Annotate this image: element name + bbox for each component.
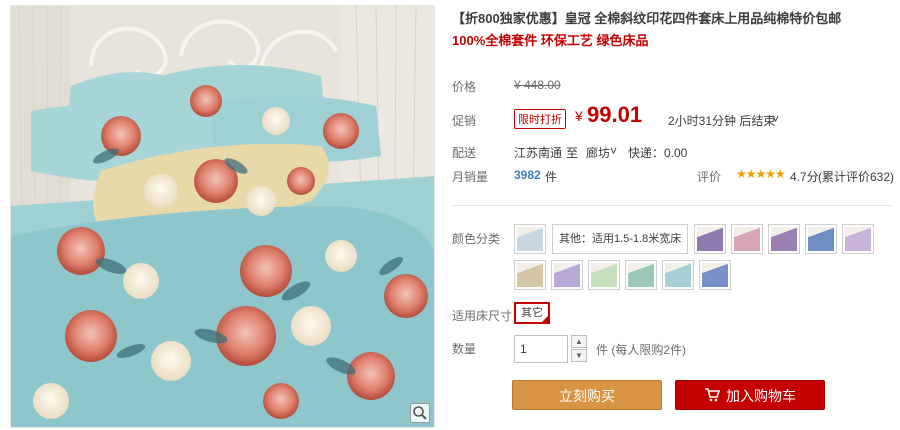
countdown-text: 2小时31分钟 后结束 (668, 114, 776, 128)
original-price: ¥ 448.00 (514, 78, 561, 92)
color-swatch[interactable] (694, 224, 726, 254)
color-swatch[interactable] (842, 224, 874, 254)
swatch-thumbnail (665, 263, 691, 287)
monthly-sales-label: 月销量 (452, 170, 489, 184)
promo-label: 促销 (452, 114, 477, 128)
color-swatch[interactable] (699, 260, 731, 290)
add-to-cart-label: 加入购物车 (726, 388, 796, 404)
swatch-thumbnail (517, 263, 543, 287)
ship-to-word: 至 (566, 146, 579, 160)
product-title: 【折800独家优惠】皇冠 全棉斜纹印花四件套床上用品纯棉特价包邮 (452, 11, 842, 26)
selected-check-icon (540, 314, 550, 324)
bed-size-label: 适用床尺寸 (452, 309, 513, 323)
quantity-input[interactable]: 1 (514, 335, 568, 363)
buy-now-button[interactable]: 立刻购买 (512, 380, 662, 410)
color-swatch[interactable] (731, 224, 763, 254)
review-count-link[interactable]: (累计评价632) (818, 168, 894, 185)
buy-now-label: 立刻购买 (559, 388, 615, 404)
color-label: 颜色分类 (452, 232, 501, 246)
promo-badge-wrap: 限时打折 (514, 109, 566, 129)
swatch-thumbnail (845, 227, 871, 251)
promo-price: 99.01 (587, 102, 643, 127)
zoom-icon[interactable] (410, 403, 430, 423)
size-option-other[interactable]: 其它 (514, 302, 550, 324)
color-swatch[interactable] (588, 260, 620, 290)
ship-from: 江苏南通 (514, 146, 563, 160)
chevron-down-icon[interactable]: ˅ (610, 144, 617, 158)
swatch-thumbnail (591, 263, 617, 287)
quantity-limit-note: 件 (每人限购2件) (596, 343, 687, 357)
rating-score: 4.7分 (790, 170, 819, 184)
divider (452, 205, 892, 206)
swatch-thumbnail (697, 227, 723, 251)
color-swatch[interactable] (805, 224, 837, 254)
color-swatch[interactable] (625, 260, 657, 290)
shipping-fee: 快递：0.00 (628, 146, 688, 160)
shipping-label: 配送 (452, 146, 477, 160)
quantity-down-icon[interactable]: ▼ (571, 349, 587, 362)
swatch-thumbnail (517, 227, 543, 251)
swatch-thumbnail (808, 227, 834, 251)
cart-icon (704, 382, 721, 412)
swatch-thumbnail (702, 263, 728, 287)
rating-label: 评价 (697, 170, 722, 184)
product-subtitle: 100%全棉套件 环保工艺 绿色床品 (452, 33, 649, 48)
quantity-label: 数量 (452, 342, 477, 356)
currency-symbol: ¥ (575, 108, 583, 124)
color-swatch[interactable] (514, 224, 546, 254)
promo-badge: 限时打折 (514, 109, 566, 129)
swatch-thumbnail (734, 227, 760, 251)
monthly-sales-count: 3982 (514, 168, 541, 182)
add-to-cart-button[interactable]: 加入购物车 (675, 380, 825, 410)
ship-to-city[interactable]: 廊坊 (586, 144, 610, 161)
swatch-thumbnail (554, 263, 580, 287)
color-swatch[interactable] (662, 260, 694, 290)
product-main-image[interactable] (10, 5, 435, 428)
color-option-other[interactable]: 其他：适用1.5-1.8米宽床 (552, 224, 688, 254)
price-label: 价格 (452, 80, 477, 94)
swatch-thumbnail (628, 263, 654, 287)
swatch-thumbnail (771, 227, 797, 251)
color-swatch[interactable] (768, 224, 800, 254)
quantity-up-icon[interactable]: ▲ (571, 335, 587, 348)
color-swatch[interactable] (551, 260, 583, 290)
rating-stars-icon: ★★★★★ (736, 167, 786, 181)
color-swatch[interactable] (514, 260, 546, 290)
monthly-sales-unit: 件 (545, 170, 558, 184)
product-title-block: 【折800独家优惠】皇冠 全棉斜纹印花四件套床上用品纯棉特价包邮 100%全棉套… (452, 10, 892, 50)
chevron-down-icon[interactable]: ˅ (772, 112, 779, 126)
